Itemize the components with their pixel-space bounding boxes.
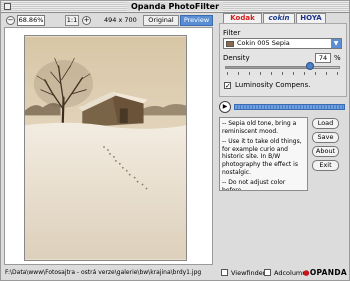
zoom-out-icon[interactable]: − — [6, 16, 15, 25]
sepia-photo-preview — [24, 35, 187, 261]
zoom-field[interactable]: 68.86% — [17, 15, 45, 26]
window-title: Opanda PhotoFilter — [1, 1, 349, 13]
viewfinder-checkbox[interactable] — [221, 269, 228, 276]
description-line: -- Use it to take old things, for exampl… — [222, 138, 302, 176]
image-size-readout: 494 x 700 — [104, 16, 137, 24]
luminosity-label: Luminosity Compens. — [235, 81, 311, 89]
filter-select[interactable]: Cokin 005 Sepia ▼ — [223, 38, 342, 49]
viewfinder-label: Viewfinder — [231, 269, 266, 277]
photofilter-window: Opanda PhotoFilter − 68.86% 1:1 + 494 x … — [0, 0, 350, 281]
density-label: Density — [223, 54, 250, 62]
save-button[interactable]: Save — [312, 132, 339, 143]
fit-to-window-icon[interactable]: + — [82, 16, 91, 25]
filter-color-swatch — [226, 41, 234, 47]
density-slider-fill — [226, 67, 312, 68]
about-button[interactable]: About — [312, 146, 339, 157]
title-bar[interactable]: Opanda PhotoFilter — [1, 1, 349, 13]
preview-area[interactable] — [4, 27, 213, 265]
density-field[interactable]: 74 — [315, 53, 331, 63]
original-view-button[interactable]: Original — [143, 15, 179, 26]
file-path-status: F:\Data\www\Fotosajtra - ostrá verze\gal… — [5, 269, 202, 276]
load-button[interactable]: Load — [312, 118, 339, 129]
play-icon[interactable]: ▶ — [219, 101, 231, 113]
description-line: -- Do not adjust color before... — [222, 179, 286, 191]
dropdown-arrow-icon[interactable]: ▼ — [331, 39, 341, 48]
opanda-logo: ●OPANDA — [303, 268, 347, 278]
progress-bar — [234, 104, 345, 110]
filter-selected-value: Cokin 005 Sepia — [237, 39, 290, 47]
filter-description: -- Sepia old tone, bring a reminiscent m… — [219, 117, 308, 191]
exit-button[interactable]: Exit — [312, 160, 339, 171]
adcolumn-checkbox[interactable] — [264, 269, 271, 276]
preview-view-button[interactable]: Preview — [180, 15, 213, 26]
density-unit: % — [334, 54, 341, 62]
density-slider-track[interactable] — [225, 66, 340, 69]
filter-label: Filter — [223, 29, 241, 37]
opanda-logo-mark-icon: ● — [303, 268, 310, 277]
opanda-logo-text: OPANDA — [309, 268, 347, 277]
description-line: -- Sepia old tone, bring a reminiscent m… — [222, 120, 297, 135]
adcolumn-label: Adcolumr — [274, 269, 305, 277]
actual-size-button[interactable]: 1:1 — [65, 15, 79, 26]
luminosity-checkbox[interactable]: ✓ — [224, 82, 231, 90]
density-slider-ticks — [227, 72, 338, 75]
